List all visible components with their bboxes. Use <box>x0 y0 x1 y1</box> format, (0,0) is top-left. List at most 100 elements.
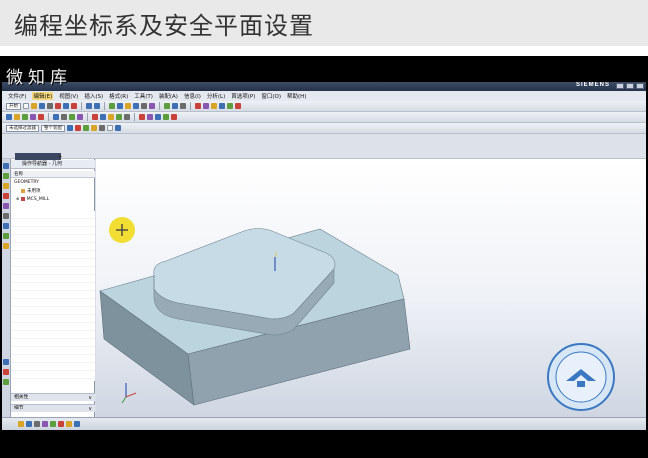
paste-object-icon[interactable] <box>163 114 169 120</box>
chevron-right-icon[interactable]: ▸ <box>59 153 62 160</box>
geometry-view-icon[interactable] <box>69 114 75 120</box>
snap-toggle-icon[interactable] <box>18 421 24 427</box>
snap-point-icon[interactable] <box>75 125 81 131</box>
pan-icon[interactable] <box>133 103 139 109</box>
menu-file[interactable]: 文件(F) <box>8 92 26 100</box>
menu-view[interactable]: 视图(V) <box>59 92 78 100</box>
navigator-tab[interactable] <box>15 153 61 160</box>
menu-format[interactable]: 格式(R) <box>109 92 128 100</box>
dependencies-section[interactable]: 相关性 ∨ <box>11 393 95 401</box>
edge-filter-icon[interactable] <box>74 421 80 427</box>
create-geometry-icon[interactable] <box>22 114 28 120</box>
curve-filter-icon[interactable] <box>42 421 48 427</box>
create-tool-icon[interactable] <box>14 114 20 120</box>
zoom-icon[interactable] <box>117 103 123 109</box>
body-filter-icon[interactable] <box>58 421 64 427</box>
layer-icon[interactable] <box>149 103 155 109</box>
selection-filter-dropdown[interactable]: 未选择过滤器 <box>6 124 39 132</box>
generate-path-icon[interactable] <box>92 114 98 120</box>
open-icon[interactable] <box>31 103 37 109</box>
palette-icon[interactable] <box>3 233 9 239</box>
column-header-name[interactable]: 名称 <box>11 171 95 178</box>
expand-icon[interactable]: ⊕ <box>16 196 19 201</box>
rotate-icon[interactable] <box>125 103 131 109</box>
tree-item-geometry[interactable]: GEOMETRY <box>14 180 39 185</box>
redo-icon[interactable] <box>94 103 100 109</box>
edit-object-icon[interactable] <box>139 114 145 120</box>
snap-end-icon[interactable] <box>83 125 89 131</box>
analysis-icon[interactable] <box>195 103 201 109</box>
fit-icon[interactable] <box>109 103 115 109</box>
measure-icon[interactable] <box>211 103 217 109</box>
cut-icon[interactable] <box>55 103 61 109</box>
create-method-icon[interactable] <box>30 114 36 120</box>
minimize-icon[interactable] <box>616 83 624 89</box>
chevron-down-icon[interactable]: ∨ <box>88 405 92 413</box>
close-icon[interactable] <box>636 83 644 89</box>
sketch-icon[interactable] <box>235 103 241 109</box>
print-icon[interactable] <box>47 103 53 109</box>
machine-view-icon[interactable] <box>61 114 67 120</box>
assembly-nav-icon[interactable] <box>3 163 9 169</box>
roles-icon[interactable] <box>3 243 9 249</box>
menu-information[interactable]: 信息(I) <box>184 92 201 100</box>
curve-icon[interactable] <box>227 103 233 109</box>
face-filter-icon[interactable] <box>50 421 56 427</box>
line-icon[interactable] <box>34 421 40 427</box>
details-section[interactable]: 细节 ∨ <box>11 404 95 412</box>
shop-doc-icon[interactable] <box>124 114 130 120</box>
delete-icon[interactable] <box>71 103 77 109</box>
new-icon[interactable] <box>23 103 29 109</box>
menu-insert[interactable]: 插入(S) <box>84 92 103 100</box>
chevron-down-icon[interactable]: ∨ <box>88 394 92 402</box>
point-filter-icon[interactable] <box>66 421 72 427</box>
menu-tools[interactable]: 工具(T) <box>134 92 153 100</box>
create-operation-icon[interactable] <box>38 114 44 120</box>
wcs-icon[interactable] <box>115 125 121 131</box>
material-icon[interactable] <box>3 369 9 375</box>
postprocess-icon[interactable] <box>116 114 122 120</box>
menu-assembly[interactable]: 装配(A) <box>159 92 178 100</box>
tree-item-unused[interactable]: 未用项 <box>21 188 41 194</box>
operation-nav-icon[interactable] <box>3 183 9 189</box>
menu-edit[interactable]: 编辑(E) <box>32 92 54 100</box>
part-nav-icon[interactable] <box>3 173 9 179</box>
graphics-window[interactable] <box>96 159 646 417</box>
copy-icon[interactable] <box>63 103 69 109</box>
tool-library-icon[interactable] <box>3 379 9 385</box>
copy-object-icon[interactable] <box>155 114 161 120</box>
program-view-icon[interactable] <box>53 114 59 120</box>
history-icon[interactable] <box>3 213 9 219</box>
menu-window[interactable]: 窗口(O) <box>261 92 281 100</box>
replay-path-icon[interactable] <box>100 114 106 120</box>
snap-center-icon[interactable] <box>99 125 105 131</box>
orient-icon[interactable] <box>164 103 170 109</box>
method-view-icon[interactable] <box>77 114 83 120</box>
tree-item-mcs-mill[interactable]: ⊕ MCS_MILL <box>16 196 49 202</box>
select-icon[interactable] <box>67 125 73 131</box>
menu-help[interactable]: 帮助(H) <box>287 92 306 100</box>
snap-mid-icon[interactable] <box>91 125 97 131</box>
delete-object-icon[interactable] <box>171 114 177 120</box>
point-icon[interactable] <box>26 421 32 427</box>
shade-icon[interactable] <box>141 103 147 109</box>
menu-analysis[interactable]: 分析(L) <box>207 92 225 100</box>
create-program-icon[interactable] <box>6 114 12 120</box>
wireframe-icon[interactable] <box>180 103 186 109</box>
undo-icon[interactable] <box>86 103 92 109</box>
verify-path-icon[interactable] <box>108 114 114 120</box>
selection-scope-dropdown[interactable]: 整个装配 <box>41 124 65 132</box>
render-icon[interactable] <box>172 103 178 109</box>
cut-object-icon[interactable] <box>147 114 153 120</box>
web-icon[interactable] <box>3 223 9 229</box>
system-icon[interactable] <box>3 359 9 365</box>
maximize-icon[interactable] <box>626 83 634 89</box>
machine-nav-icon[interactable] <box>3 193 9 199</box>
menu-preferences[interactable]: 首选项(P) <box>231 92 255 100</box>
reuse-library-icon[interactable] <box>3 203 9 209</box>
box-select-icon[interactable] <box>107 125 113 131</box>
info-icon[interactable] <box>219 103 225 109</box>
snap-icon[interactable] <box>203 103 209 109</box>
save-icon[interactable] <box>39 103 45 109</box>
start-button[interactable]: 开始 <box>6 102 21 110</box>
